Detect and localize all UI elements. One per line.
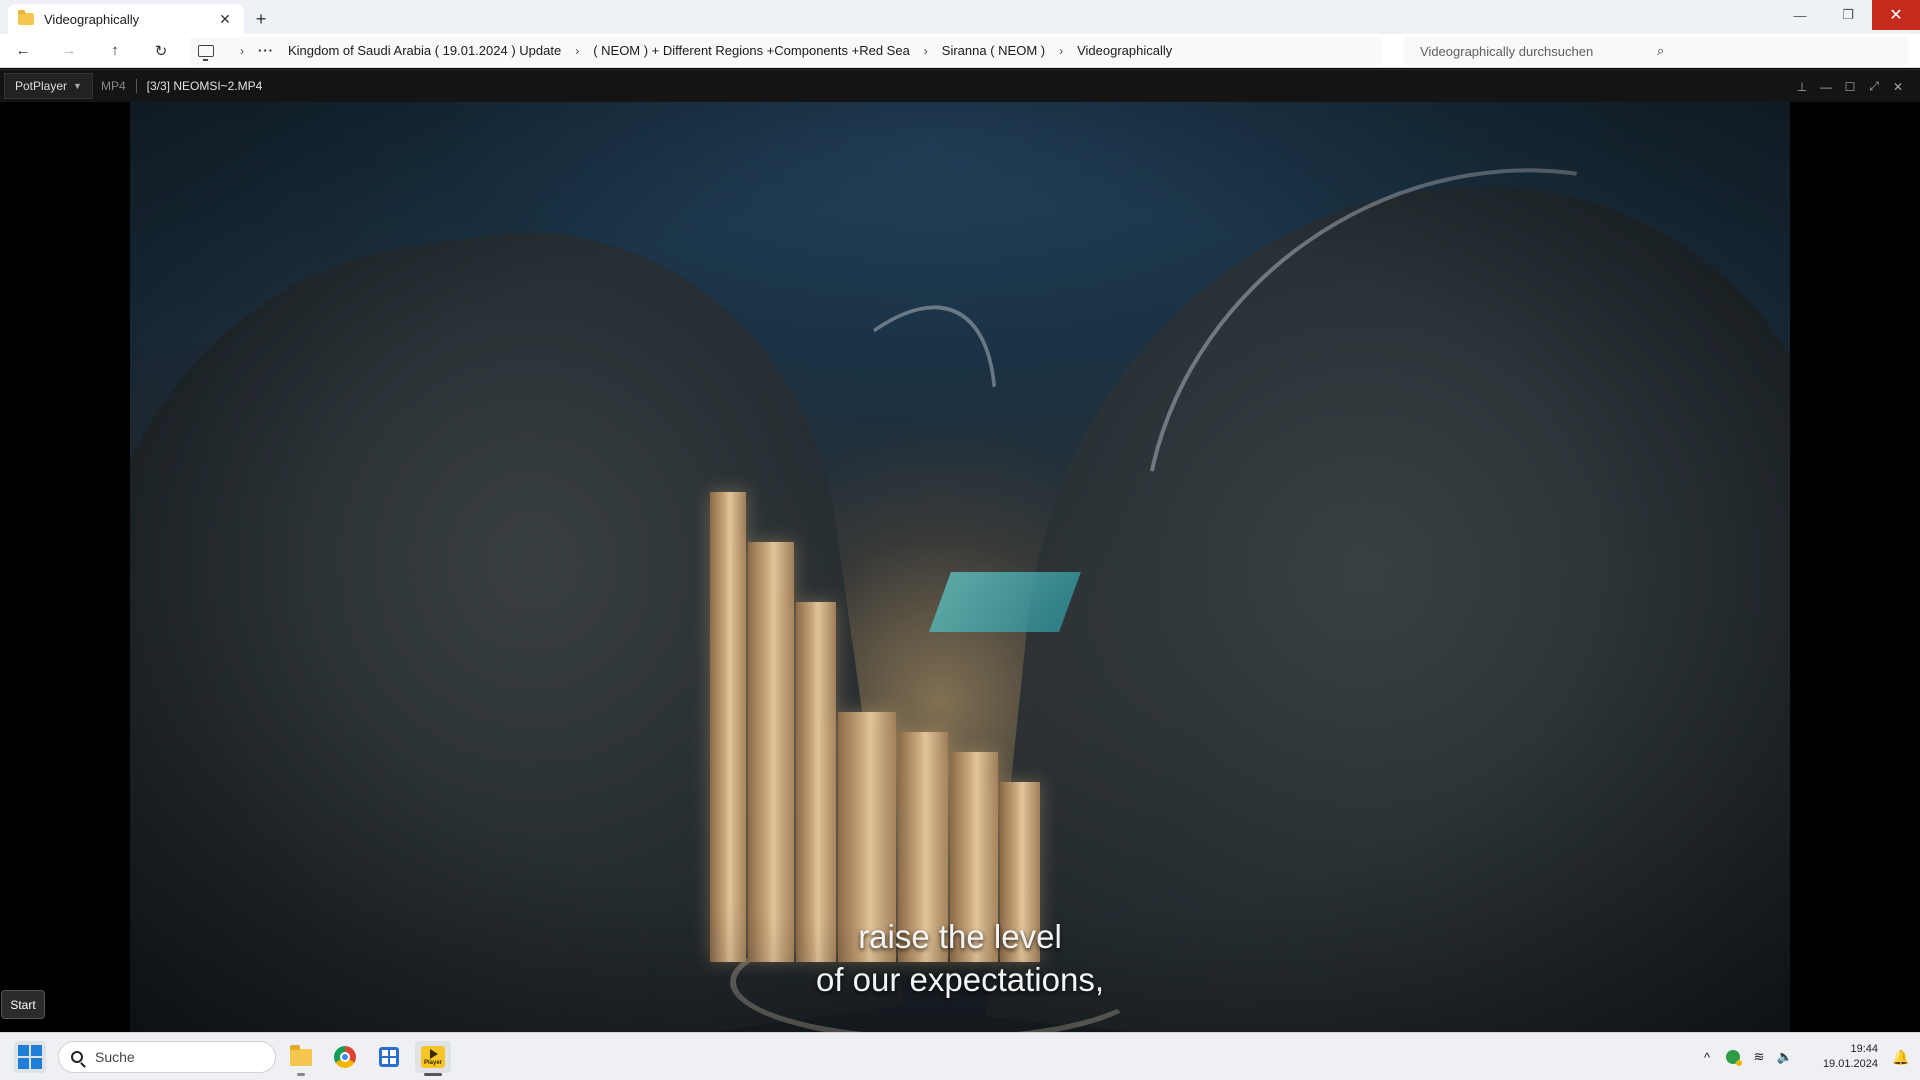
more-breadcrumbs-button[interactable]: ··· — [258, 43, 274, 58]
chevron-right-icon[interactable]: › — [924, 44, 928, 58]
search-icon[interactable]: ⌕ — [1657, 43, 1894, 59]
player-titlebar: PotPlayer ▼ MP4 [3/3] NEOMSI~2.MP4 ⊥ — ☐… — [0, 69, 1920, 102]
start-tooltip: Start — [1, 990, 45, 1019]
tray-overflow-chevron-icon[interactable]: ^ — [1694, 1050, 1720, 1065]
taskbar-file-explorer-button[interactable] — [283, 1041, 319, 1076]
taskbar-search-placeholder: Suche — [95, 1049, 135, 1065]
chrome-icon — [334, 1046, 356, 1068]
forward-button[interactable]: → — [46, 34, 92, 68]
wifi-icon[interactable]: ≋ — [1746, 1049, 1772, 1065]
close-window-button[interactable]: ✕ — [1872, 0, 1920, 30]
notification-bell-icon[interactable]: 🔔 — [1888, 1049, 1914, 1066]
player-fullscreen-button[interactable]: ⤢ — [1862, 79, 1886, 94]
explorer-search-input[interactable]: Videographically durchsuchen ⌕ — [1404, 37, 1908, 65]
divider — [135, 79, 137, 93]
chevron-down-icon: ▼ — [73, 81, 82, 91]
player-close-button[interactable]: ✕ — [1886, 80, 1910, 94]
video-file-title: [3/3] NEOMSI~2.MP4 — [146, 79, 263, 93]
potplayer-menu-button[interactable]: PotPlayer ▼ — [4, 73, 93, 99]
breadcrumb-item[interactable]: ( NEOM ) + Different Regions +Components… — [593, 43, 910, 58]
clock-time: 19:44 — [1850, 1043, 1878, 1055]
subtitle-line: raise the level — [858, 918, 1062, 955]
restore-button[interactable]: ❐ — [1824, 0, 1872, 30]
video-vignette — [130, 102, 1790, 1032]
folder-icon — [18, 10, 34, 25]
minimize-button[interactable]: — — [1776, 0, 1824, 30]
taskbar-potplayer-button[interactable]: Player — [415, 1041, 451, 1076]
video-subtitle: raise the level of our expectations, — [130, 915, 1790, 1001]
up-button[interactable]: ↑ — [92, 34, 138, 68]
system-tray: ^ ≋ 🔈 19:44 19.01.2024 🔔 — [1694, 1033, 1920, 1080]
chevron-right-icon[interactable]: › — [240, 44, 244, 58]
this-pc-icon[interactable] — [198, 44, 214, 61]
taskbar-chrome-button[interactable] — [327, 1041, 363, 1073]
file-explorer-icon — [290, 1044, 312, 1066]
breadcrumb-item-current[interactable]: Videographically — [1077, 43, 1172, 58]
clock[interactable]: 19:44 19.01.2024 — [1798, 1042, 1878, 1072]
taskbar: Suche Player ^ ≋ 🔈 19:44 19.01.2024 🔔 — [0, 1032, 1920, 1080]
address-bar[interactable]: › ··· Kingdom of Saudi Arabia ( 19.01.20… — [190, 36, 1382, 65]
search-icon — [71, 1051, 83, 1063]
tab-title: Videographically — [44, 11, 140, 27]
subtitle-line: of our expectations, — [815, 961, 1104, 998]
player-maximize-button[interactable]: ☐ — [1838, 80, 1862, 94]
security-shield-icon[interactable] — [1726, 1050, 1742, 1066]
taskbar-search-input[interactable]: Suche — [58, 1041, 276, 1073]
player-window-controls: ⊥ — ☐ ⤢ ✕ — [1790, 70, 1910, 103]
clock-date: 19.01.2024 — [1822, 1058, 1878, 1070]
breadcrumb-item[interactable]: Siranna ( NEOM ) — [942, 43, 1045, 58]
windows-start-icon[interactable] — [14, 1041, 46, 1073]
microsoft-store-icon — [379, 1047, 399, 1067]
screen: Videographically ✕ + — ❐ ✕ ← → ↑ ↻ › ···… — [0, 0, 1920, 1080]
pin-icon[interactable]: ⊥ — [1790, 80, 1814, 94]
video-frame[interactable]: raise the level of our expectations, — [130, 102, 1790, 1032]
volume-icon[interactable]: 🔈 — [1772, 1049, 1798, 1065]
explorer-tab[interactable]: Videographically ✕ — [8, 4, 244, 34]
potplayer-brand-label: PotPlayer — [15, 79, 68, 93]
tab-close-icon[interactable]: ✕ — [216, 11, 234, 28]
chevron-right-icon[interactable]: › — [575, 44, 579, 58]
window-controls: — ❐ ✕ — [1776, 0, 1920, 30]
video-area[interactable]: raise the level of our expectations, — [0, 102, 1920, 1032]
potplayer-icon: Player — [421, 1046, 445, 1068]
chevron-right-icon[interactable]: › — [1059, 44, 1063, 58]
explorer-navbar: ← → ↑ ↻ › ··· Kingdom of Saudi Arabia ( … — [0, 34, 1920, 68]
new-tab-button[interactable]: + — [244, 4, 278, 34]
back-button[interactable]: ← — [0, 34, 46, 68]
taskbar-store-button[interactable] — [371, 1041, 407, 1073]
search-placeholder: Videographically durchsuchen — [1420, 43, 1594, 59]
video-format-label: MP4 — [100, 79, 126, 93]
explorer-titlebar: Videographically ✕ + — ❐ ✕ — [0, 0, 1920, 34]
player-minimize-button[interactable]: — — [1814, 80, 1838, 94]
refresh-button[interactable]: ↻ — [138, 34, 184, 68]
breadcrumb-item[interactable]: Kingdom of Saudi Arabia ( 19.01.2024 ) U… — [288, 43, 561, 58]
